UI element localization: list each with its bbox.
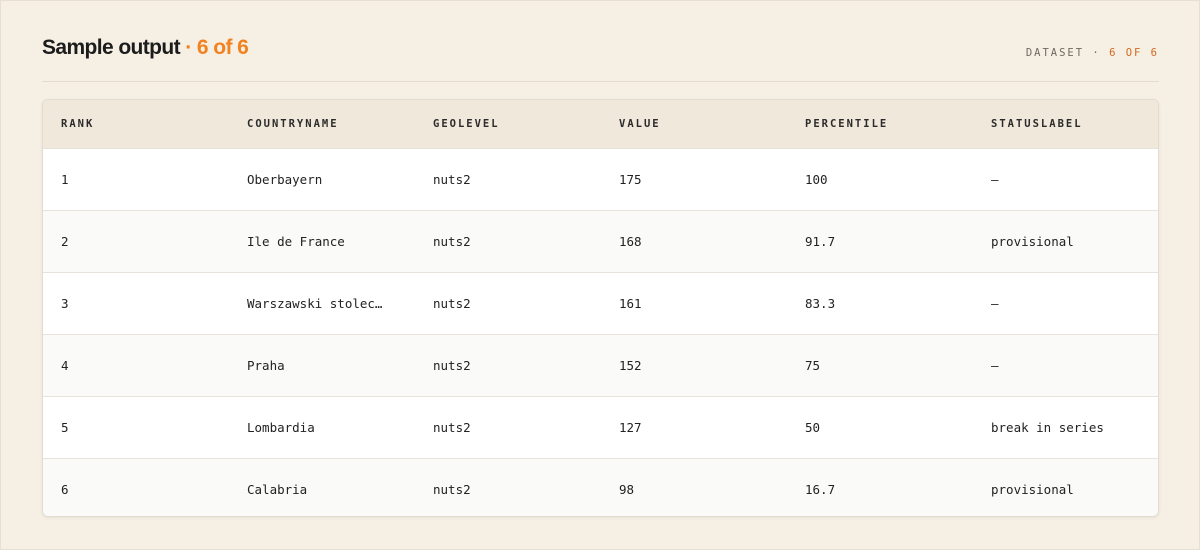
column-header-geolevel[interactable]: GEOLEVEL <box>415 100 601 148</box>
cell-countryname: Calabria <box>247 481 308 497</box>
page-title: Sample output · 6 of 6 <box>42 35 249 61</box>
page-header: Sample output · 6 of 6 DATASET · 6 OF 6 <box>42 1 1159 82</box>
title-count: 6 of 6 <box>196 36 249 59</box>
table-row: 2 Ile de France nuts2 168 91.7 provision… <box>43 210 1158 272</box>
cell-rank: 5 <box>61 419 69 435</box>
cell-value: 152 <box>619 357 642 373</box>
dataset-label: DATASET <box>1025 47 1085 59</box>
page-frame: Sample output · 6 of 6 DATASET · 6 OF 6 … <box>0 0 1200 550</box>
cell-countryname: Ile de France <box>247 233 345 249</box>
column-header-countryname[interactable]: COUNTRYNAME <box>229 100 415 148</box>
table-row: 4 Praha nuts2 152 75 — <box>43 334 1158 396</box>
table-row: 1 Oberbayern nuts2 175 100 — <box>43 148 1158 210</box>
cell-percentile: 100 <box>805 171 828 187</box>
cell-countryname: Oberbayern <box>247 171 323 187</box>
cell-geolevel: nuts2 <box>433 233 471 249</box>
table-row: 5 Lombardia nuts2 127 50 break in series <box>43 396 1158 458</box>
table-header-row: RANK COUNTRYNAME GEOLEVEL VALUE PERCENTI… <box>43 100 1158 148</box>
cell-geolevel: nuts2 <box>433 357 471 373</box>
cell-percentile: 91.7 <box>805 233 836 249</box>
cell-rank: 6 <box>61 481 69 497</box>
title-main: Sample output <box>42 36 181 59</box>
cell-statuslabel: provisional <box>991 481 1074 497</box>
cell-statuslabel: — <box>991 171 999 187</box>
results-table: RANK COUNTRYNAME GEOLEVEL VALUE PERCENTI… <box>43 100 1158 516</box>
cell-value: 161 <box>619 295 642 311</box>
cell-geolevel: nuts2 <box>433 481 471 497</box>
cell-percentile: 83.3 <box>805 295 836 311</box>
column-header-value[interactable]: VALUE <box>601 100 787 148</box>
dataset-indicator: DATASET · 6 OF 6 <box>1026 46 1159 60</box>
cell-statuslabel: — <box>991 295 999 311</box>
cell-percentile: 16.7 <box>805 481 836 497</box>
table-row: 6 Calabria nuts2 98 16.7 provisional <box>43 458 1158 516</box>
dataset-separator: · <box>1084 47 1110 59</box>
title-separator: · <box>180 36 197 59</box>
cell-value: 98 <box>619 481 635 497</box>
cell-value: 127 <box>619 419 642 435</box>
cell-statuslabel: — <box>991 357 999 373</box>
cell-countryname: Praha <box>247 357 285 373</box>
column-header-rank[interactable]: RANK <box>43 100 229 148</box>
cell-geolevel: nuts2 <box>433 171 471 187</box>
table-row: 3 Warszawski stolec… nuts2 161 83.3 — <box>43 272 1158 334</box>
column-header-statuslabel[interactable]: STATUSLABEL <box>973 100 1158 148</box>
cell-percentile: 50 <box>805 419 821 435</box>
cell-geolevel: nuts2 <box>433 295 471 311</box>
cell-countryname: Lombardia <box>247 419 315 435</box>
cell-rank: 1 <box>61 171 69 187</box>
cell-rank: 3 <box>61 295 69 311</box>
cell-value: 175 <box>619 171 642 187</box>
cell-rank: 2 <box>61 233 69 249</box>
cell-rank: 4 <box>61 357 69 373</box>
cell-statuslabel: break in series <box>991 419 1104 435</box>
results-table-card: RANK COUNTRYNAME GEOLEVEL VALUE PERCENTI… <box>42 99 1159 517</box>
cell-geolevel: nuts2 <box>433 419 471 435</box>
column-header-percentile[interactable]: PERCENTILE <box>787 100 973 148</box>
cell-statuslabel: provisional <box>991 233 1074 249</box>
dataset-count: 6 OF 6 <box>1109 47 1159 59</box>
cell-countryname: Warszawski stolec… <box>247 295 383 311</box>
cell-percentile: 75 <box>805 357 821 373</box>
cell-value: 168 <box>619 233 642 249</box>
